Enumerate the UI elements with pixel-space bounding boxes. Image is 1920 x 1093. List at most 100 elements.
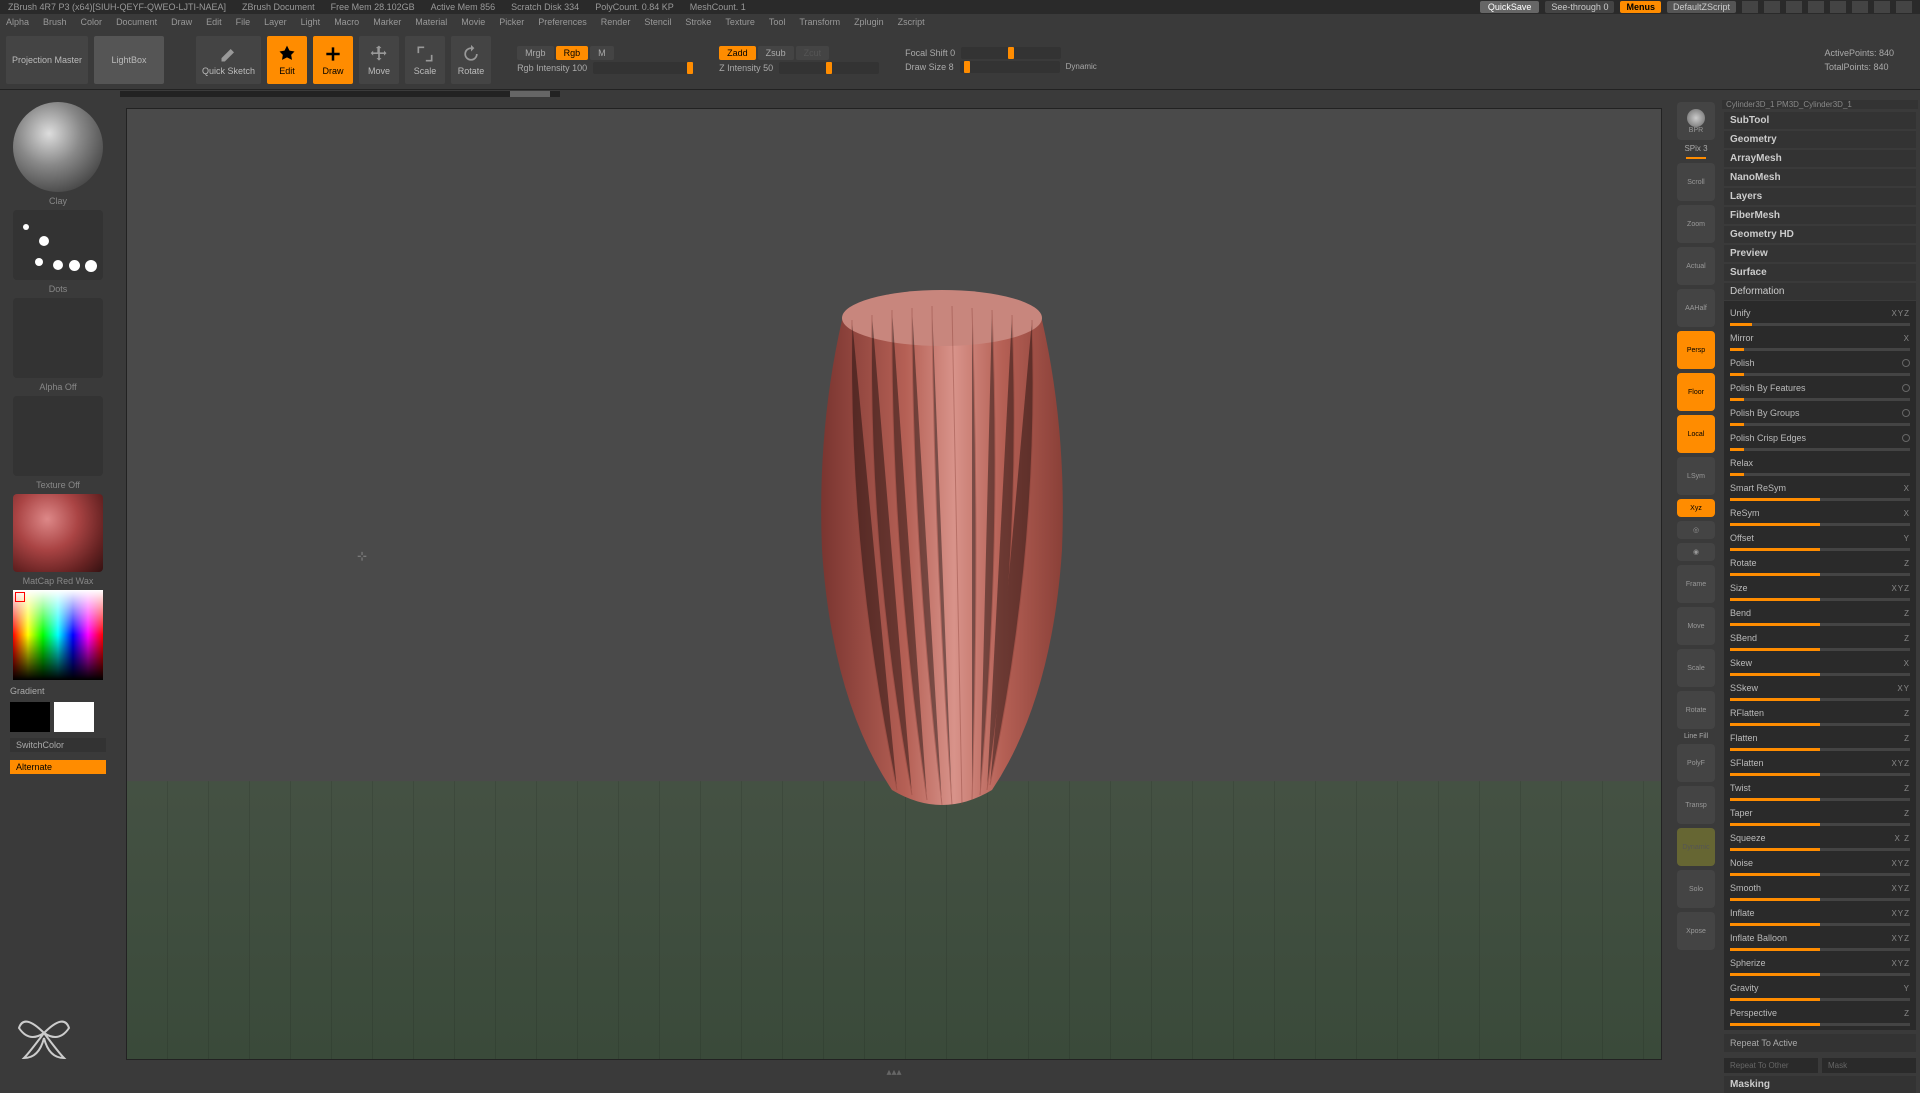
menu-layer[interactable]: Layer — [264, 17, 287, 27]
actual-button[interactable]: Actual — [1677, 247, 1715, 285]
nav-rotate-button[interactable]: Rotate — [1677, 691, 1715, 729]
section-geometry[interactable]: Geometry — [1724, 131, 1916, 148]
solo-button[interactable]: Solo — [1677, 870, 1715, 908]
texture-preview[interactable] — [13, 396, 103, 476]
dynamic-button[interactable]: Dynamic — [1677, 828, 1715, 866]
section-fibermesh[interactable]: FiberMesh — [1724, 207, 1916, 224]
tool-thumbnail[interactable]: Cylinder3D_1 PM3D_Cylinder3D_1 — [1722, 100, 1918, 109]
quicksketch-button[interactable]: Quick Sketch — [196, 36, 261, 84]
def-relax[interactable]: Relax — [1726, 453, 1914, 473]
section-layers[interactable]: Layers — [1724, 188, 1916, 205]
timeline-bar[interactable] — [0, 90, 1920, 98]
draw-button[interactable]: Draw — [313, 36, 353, 84]
def-sskew[interactable]: SSkewXY — [1726, 678, 1914, 698]
window-button-2[interactable] — [1764, 1, 1780, 13]
swatch-black[interactable] — [10, 702, 50, 732]
menu-light[interactable]: Light — [301, 17, 321, 27]
menu-zplugin[interactable]: Zplugin — [854, 17, 884, 27]
menu-tool[interactable]: Tool — [769, 17, 786, 27]
def-squeeze[interactable]: SqueezeX Z — [1726, 828, 1914, 848]
stroke-preview[interactable] — [13, 210, 103, 280]
menu-render[interactable]: Render — [601, 17, 631, 27]
def-rotate[interactable]: RotateZ — [1726, 553, 1914, 573]
window-button-6[interactable] — [1852, 1, 1868, 13]
move-button[interactable]: Move — [359, 36, 399, 84]
transp-button[interactable]: Transp — [1677, 786, 1715, 824]
section-deformation[interactable]: Deformation — [1724, 283, 1916, 300]
def-inflate[interactable]: InflateXYZ — [1726, 903, 1914, 923]
def-mirror[interactable]: MirrorX — [1726, 328, 1914, 348]
local-button[interactable]: Local — [1677, 415, 1715, 453]
def-unify[interactable]: UnifyXYZ — [1726, 303, 1914, 323]
seethrough-slider[interactable]: See-through 0 — [1545, 1, 1614, 13]
def-noise[interactable]: NoiseXYZ — [1726, 853, 1914, 873]
quicksave-button[interactable]: QuickSave — [1480, 1, 1540, 13]
nav-scale-button[interactable]: Scale — [1677, 649, 1715, 687]
section-arraymesh[interactable]: ArrayMesh — [1724, 150, 1916, 167]
def-gravity[interactable]: GravityY — [1726, 978, 1914, 998]
def-smooth[interactable]: SmoothXYZ — [1726, 878, 1914, 898]
material-preview[interactable] — [13, 494, 103, 572]
mrgb-button[interactable]: Mrgb — [517, 46, 554, 60]
menu-material[interactable]: Material — [415, 17, 447, 27]
def-flatten[interactable]: FlattenZ — [1726, 728, 1914, 748]
z-intensity-slider[interactable] — [779, 62, 879, 74]
dynamic-label[interactable]: Dynamic — [1066, 62, 1097, 71]
aahalf-button[interactable]: AAHalf — [1677, 289, 1715, 327]
lightbox-button[interactable]: LightBox — [94, 36, 164, 84]
rgb-button[interactable]: Rgb — [556, 46, 589, 60]
section-preview[interactable]: Preview — [1724, 245, 1916, 262]
zcut-button[interactable]: Zcut — [796, 46, 830, 60]
def-polish-crisp-edges[interactable]: Polish Crisp Edges — [1726, 428, 1914, 448]
def-size[interactable]: SizeXYZ — [1726, 578, 1914, 598]
scroll-button[interactable]: Scroll — [1677, 163, 1715, 201]
scale-button[interactable]: Scale — [405, 36, 445, 84]
window-button-4[interactable] — [1808, 1, 1824, 13]
def-sflatten[interactable]: SFlattenXYZ — [1726, 753, 1914, 773]
projection-master-button[interactable]: Projection Master — [6, 36, 88, 84]
def-sbend[interactable]: SBendZ — [1726, 628, 1914, 648]
edit-button[interactable]: Edit — [267, 36, 307, 84]
def-polish-by-groups[interactable]: Polish By Groups — [1726, 403, 1914, 423]
menu-picker[interactable]: Picker — [499, 17, 524, 27]
frame-button[interactable]: Frame — [1677, 565, 1715, 603]
switchcolor-button[interactable]: SwitchColor — [10, 738, 106, 752]
rotate-button[interactable]: Rotate — [451, 36, 491, 84]
def-polish[interactable]: Polish — [1726, 353, 1914, 373]
window-button-3[interactable] — [1786, 1, 1802, 13]
draw-size-slider[interactable] — [960, 61, 1060, 73]
window-button-7[interactable] — [1874, 1, 1890, 13]
brush-preview[interactable] — [13, 102, 103, 192]
window-close[interactable] — [1896, 1, 1912, 13]
defaultscript-button[interactable]: DefaultZScript — [1667, 1, 1736, 13]
m-button[interactable]: M — [590, 46, 614, 60]
menu-file[interactable]: File — [236, 17, 251, 27]
menu-marker[interactable]: Marker — [373, 17, 401, 27]
floor-button[interactable]: Floor — [1677, 373, 1715, 411]
nav-move-button[interactable]: Move — [1677, 607, 1715, 645]
menu-transform[interactable]: Transform — [799, 17, 840, 27]
def-taper[interactable]: TaperZ — [1726, 803, 1914, 823]
def-inflate-balloon[interactable]: Inflate BalloonXYZ — [1726, 928, 1914, 948]
nav-misc-2[interactable]: ◉ — [1677, 543, 1715, 561]
lsym-button[interactable]: LSym — [1677, 457, 1715, 495]
bpr-button[interactable]: BPR — [1677, 102, 1715, 140]
menu-preferences[interactable]: Preferences — [538, 17, 587, 27]
def-rflatten[interactable]: RFlattenZ — [1726, 703, 1914, 723]
menu-stroke[interactable]: Stroke — [685, 17, 711, 27]
menus-button[interactable]: Menus — [1620, 1, 1661, 13]
spix-label[interactable]: SPix 3 — [1684, 144, 1707, 153]
viewport[interactable]: ⊹ — [126, 108, 1662, 1060]
zadd-button[interactable]: Zadd — [719, 46, 756, 60]
menu-texture[interactable]: Texture — [725, 17, 755, 27]
def-resym[interactable]: ReSymX — [1726, 503, 1914, 523]
xpose-button[interactable]: Xpose — [1677, 912, 1715, 950]
def-skew[interactable]: SkewX — [1726, 653, 1914, 673]
menu-macro[interactable]: Macro — [334, 17, 359, 27]
def-perspective[interactable]: PerspectiveZ — [1726, 1003, 1914, 1023]
def-polish-by-features[interactable]: Polish By Features — [1726, 378, 1914, 398]
section-nanomesh[interactable]: NanoMesh — [1724, 169, 1916, 186]
rgb-intensity-slider[interactable] — [593, 62, 693, 74]
xyz-button[interactable]: Xyz — [1677, 499, 1715, 517]
gradient-label[interactable]: Gradient — [10, 686, 106, 696]
